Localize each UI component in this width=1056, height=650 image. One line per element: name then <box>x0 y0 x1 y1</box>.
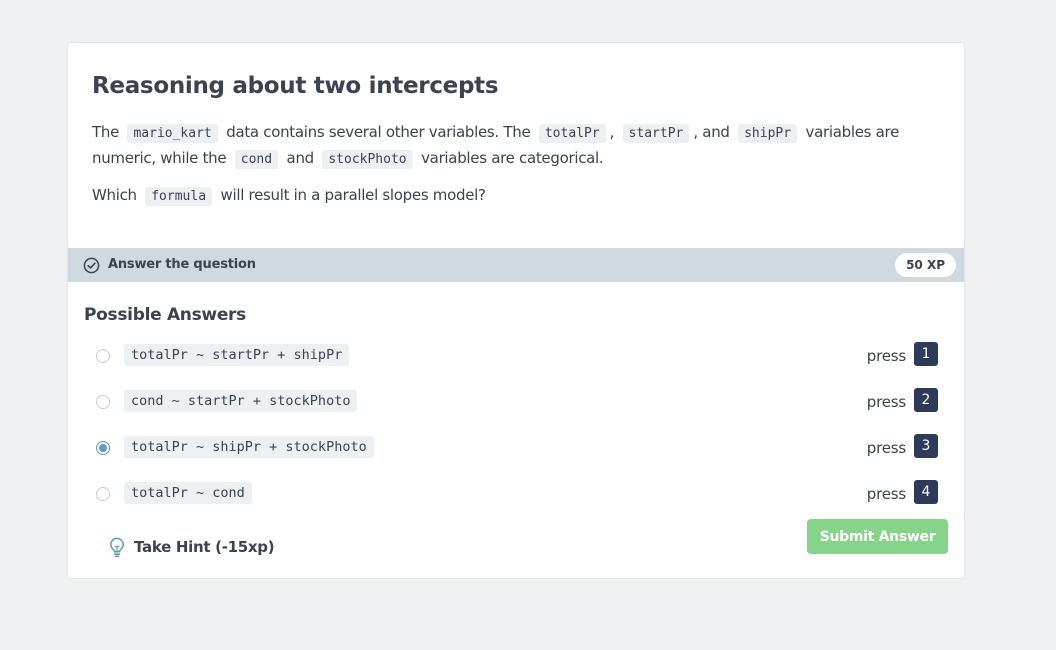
answer-code: totalPr ~ shipPr + stockPhoto <box>124 436 374 458</box>
radio-button[interactable] <box>96 395 110 409</box>
press-label: press <box>866 393 906 411</box>
description-text: , <box>609 123 615 141</box>
check-circle-icon <box>83 257 100 274</box>
description-text: , and <box>693 123 730 141</box>
answer-question-bar: Answer the question 50 XP <box>68 248 964 282</box>
keyboard-shortcut-key: 1 <box>914 342 938 366</box>
answer-option-3[interactable]: totalPr ~ shipPr + stockPhoto press 3 <box>84 434 948 466</box>
radio-button[interactable] <box>96 349 110 363</box>
answer-code: totalPr ~ startPr + shipPr <box>124 344 350 366</box>
press-label: press <box>866 347 906 365</box>
answer-code: totalPr ~ cond <box>124 482 252 504</box>
exercise-question: Which formula will result in a parallel … <box>92 183 942 209</box>
radio-button-selected[interactable] <box>96 441 110 455</box>
answer-option-1[interactable]: totalPr ~ startPr + shipPr press 1 <box>84 342 948 374</box>
keyboard-shortcut-key: 2 <box>914 388 938 412</box>
possible-answers-title: Possible Answers <box>84 305 246 325</box>
inline-code: formula <box>145 187 213 206</box>
exercise-card: Reasoning about two intercepts The mario… <box>67 42 965 579</box>
lightbulb-icon <box>110 537 124 558</box>
answer-code: cond ~ startPr + stockPhoto <box>124 390 358 412</box>
keyboard-shortcut-key: 3 <box>914 434 938 458</box>
question-text: Which <box>92 186 137 204</box>
question-text: will result in a parallel slopes model? <box>220 186 486 204</box>
description-text: and <box>286 149 315 167</box>
exercise-title: Reasoning about two intercepts <box>92 73 499 99</box>
take-hint-label: Take Hint (-15xp) <box>134 538 275 556</box>
inline-code: totalPr <box>538 124 606 143</box>
description-text: variables are categorical. <box>421 149 604 167</box>
inline-code: cond <box>234 150 279 169</box>
inline-code: shipPr <box>738 124 798 143</box>
submit-answer-button[interactable]: Submit Answer <box>807 519 948 554</box>
press-label: press <box>866 439 906 457</box>
inline-code: stockPhoto <box>322 150 413 169</box>
inline-code: startPr <box>622 124 690 143</box>
description-text: data contains several other variables. T… <box>226 123 531 141</box>
exercise-description: The mario_kart data contains several oth… <box>92 120 942 172</box>
answer-option-4[interactable]: totalPr ~ cond press 4 <box>84 480 948 512</box>
description-text: The <box>92 123 119 141</box>
keyboard-shortcut-key: 4 <box>914 480 938 504</box>
press-label: press <box>866 485 906 503</box>
answer-bar-label: Answer the question <box>108 257 256 272</box>
xp-badge: 50 XP <box>895 253 956 277</box>
radio-button[interactable] <box>96 487 110 501</box>
answer-option-2[interactable]: cond ~ startPr + stockPhoto press 2 <box>84 388 948 420</box>
inline-code: mario_kart <box>127 124 218 143</box>
